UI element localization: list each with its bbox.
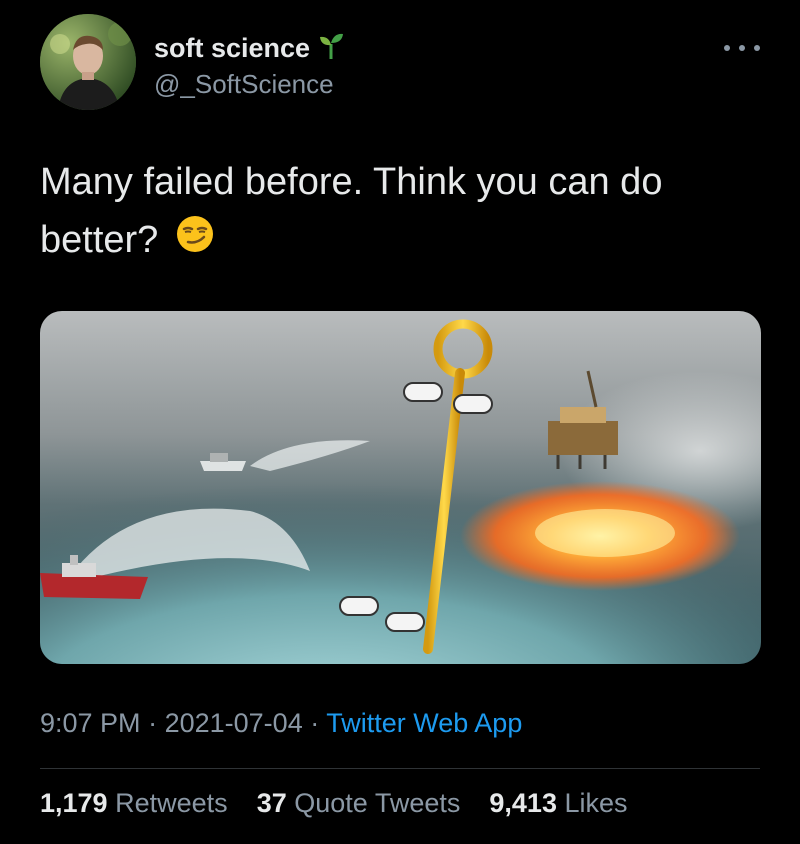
quote-tweets-label: Quote Tweets — [294, 788, 461, 818]
likes-stat[interactable]: 9,413 Likes — [489, 788, 627, 818]
meta-separator-2: · — [310, 708, 320, 738]
likes-label: Likes — [564, 788, 628, 818]
tweet-meta: 9:07 PM · 2021-07-04 · Twitter Web App — [40, 708, 522, 739]
meta-separator: · — [148, 708, 158, 738]
retweets-count: 1,179 — [40, 788, 108, 818]
quote-tweets-count: 37 — [256, 788, 287, 818]
retweets-label: Retweets — [115, 788, 228, 818]
tweet-stats: 1,179 Retweets 37 Quote Tweets 9,413 Lik… — [40, 788, 628, 819]
tweet-media-image[interactable] — [40, 311, 761, 664]
handle[interactable]: @_SoftScience — [154, 69, 344, 100]
seedling-icon — [318, 32, 344, 65]
tweet-text-line-2: better? — [40, 219, 159, 261]
tweet-header: soft science @_SoftScience — [40, 14, 770, 114]
tweet-date[interactable]: 2021-07-04 — [165, 708, 303, 738]
more-options-icon[interactable] — [724, 36, 760, 60]
retweets-stat[interactable]: 1,179 Retweets — [40, 788, 235, 818]
smirking-face-icon — [175, 213, 215, 271]
display-name[interactable]: soft science — [154, 33, 310, 64]
divider — [40, 768, 760, 769]
likes-count: 9,413 — [489, 788, 557, 818]
quote-tweets-stat[interactable]: 37 Quote Tweets — [257, 788, 468, 818]
tweet-source-link[interactable]: Twitter Web App — [326, 708, 522, 738]
avatar[interactable] — [40, 14, 136, 110]
tweet-text: Many failed before. Think you can do bet… — [40, 153, 760, 271]
author-names[interactable]: soft science @_SoftScience — [154, 32, 344, 100]
tweet-time[interactable]: 9:07 PM — [40, 708, 141, 738]
tweet-text-line-1: Many failed before. Think you can do — [40, 161, 663, 203]
